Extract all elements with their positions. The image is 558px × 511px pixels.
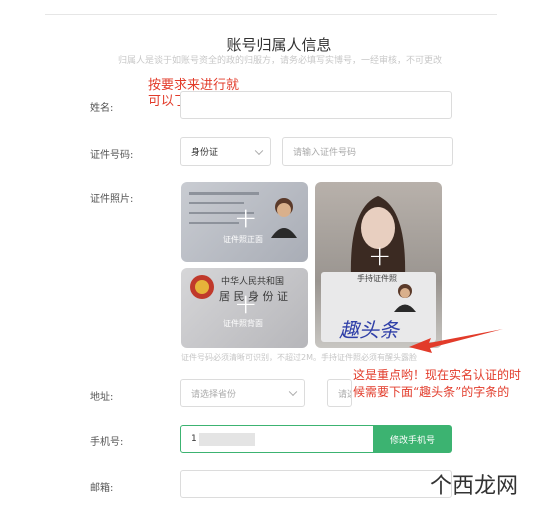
id-type-value: 身份证	[191, 148, 219, 158]
id-type-select[interactable]: 身份证	[180, 137, 271, 166]
hand-card-portrait-icon	[393, 282, 417, 312]
page-subtitle: 归属人是谈于如账号资全的政的归服方，请务必填写实博号，一经审核，不可更改	[118, 56, 443, 66]
watermark: 个西龙网	[430, 474, 519, 499]
email-input[interactable]	[180, 470, 452, 498]
id-card-header: 中华人民共和国	[221, 277, 285, 287]
chevron-down-icon	[254, 146, 264, 155]
top-divider	[45, 14, 497, 15]
address-label: 地址:	[90, 392, 114, 403]
annotation-note-2-line2: 候需要下面“趣头条”的字条的	[353, 385, 510, 399]
phone-input[interactable]: 1	[180, 425, 375, 453]
card-hand-caption: 手持证件照	[357, 274, 397, 283]
province-placeholder: 请选择省份	[191, 389, 237, 400]
annotation-arrow	[409, 329, 503, 353]
city-select[interactable]: 请选择城市	[327, 379, 352, 407]
phone-redaction	[199, 433, 255, 446]
id-number-placeholder: 请输入证件号码	[293, 148, 357, 158]
change-phone-button[interactable]: 修改手机号	[373, 425, 452, 453]
upload-card-hand[interactable]: + 手持证件照 趣头条	[315, 182, 442, 348]
photo-hint: 证件号码必须清晰可识别，不超过2M。手持证件照必须有醒头露脸	[181, 353, 417, 362]
handwritten-note: 趣头条	[339, 318, 399, 342]
plus-icon: +	[234, 201, 258, 234]
city-placeholder: 请选择城市	[338, 389, 351, 400]
id-number-label: 证件号码:	[90, 150, 134, 161]
annotation-note-2: 这是重点哟！现在实名认证的时 候需要下面“趣头条”的字条的	[353, 367, 521, 401]
plus-icon: +	[234, 287, 258, 320]
card-front-caption: 证件照正面	[223, 235, 263, 244]
national-emblem-icon	[189, 274, 215, 300]
page-title: 账号归属人信息	[226, 36, 332, 54]
province-select[interactable]: 请选择省份	[180, 379, 305, 407]
name-label: 姓名:	[90, 103, 114, 114]
plus-icon: +	[368, 239, 392, 272]
chevron-down-icon	[288, 387, 298, 397]
id-portrait-icon	[269, 194, 299, 238]
name-input[interactable]	[180, 91, 452, 119]
id-number-input[interactable]: 请输入证件号码	[282, 137, 453, 166]
phone-label: 手机号:	[90, 437, 124, 448]
email-label: 邮箱:	[90, 483, 114, 494]
annotation-note-2-line1: 这是重点哟！现在实名认证的时	[353, 368, 522, 382]
phone-value: 1	[191, 434, 197, 444]
photo-label: 证件照片:	[90, 194, 134, 205]
